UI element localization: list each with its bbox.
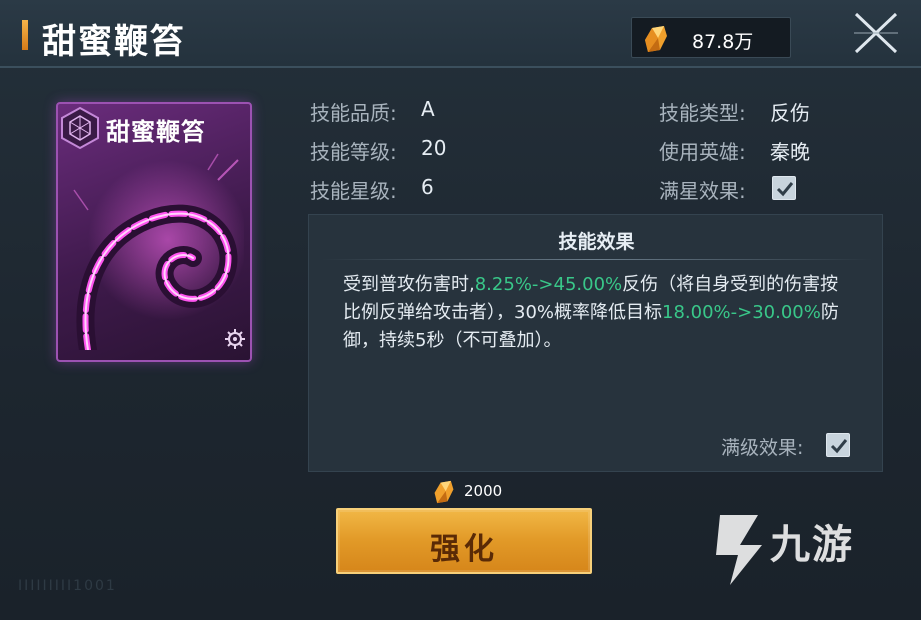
- gear-icon[interactable]: [224, 328, 246, 350]
- title-accent-bar: [22, 20, 28, 50]
- close-button[interactable]: [848, 10, 904, 56]
- footer-id-text: IIIIIIIII1001: [18, 578, 117, 594]
- effect-panel: 技能效果 受到普攻伤害时,8.25%->45.00%反伤（将自身受到的伤害按比例…: [308, 214, 883, 472]
- skill-detail-panel: 甜蜜鞭笞 87.8万 甜蜜鞭笞 技能品质: A 技能等级: 20 技能星级: 6…: [0, 0, 921, 620]
- page-title: 甜蜜鞭笞: [42, 22, 186, 62]
- enhance-button[interactable]: 强化: [336, 508, 592, 574]
- effect-value-2: 18.00%->30.00%: [662, 302, 821, 323]
- fullstar-checkbox: [772, 176, 796, 200]
- effect-divider: [321, 259, 872, 260]
- type-value: 反伤: [770, 101, 810, 125]
- effect-text-1: 受到普攻伤害时,: [343, 274, 475, 295]
- crystal-icon: [645, 26, 667, 52]
- checkmark-icon: [830, 439, 848, 454]
- currency-value: 87.8万: [692, 31, 754, 53]
- type-label: 技能类型:: [659, 101, 746, 125]
- checkmark-icon: [776, 182, 794, 197]
- skill-card: 甜蜜鞭笞: [56, 102, 252, 362]
- effect-title: 技能效果: [558, 231, 635, 253]
- level-label: 技能等级:: [310, 140, 397, 164]
- level-value: 20: [421, 136, 447, 160]
- maxlevel-label: 满级效果:: [721, 437, 804, 459]
- star-value: 6: [421, 175, 434, 199]
- enhance-button-label: 强化: [430, 532, 498, 567]
- currency-display: 87.8万: [631, 17, 791, 58]
- effect-description: 受到普攻伤害时,8.25%->45.00%反伤（将自身受到的伤害按比例反弹给攻击…: [343, 271, 853, 355]
- star-label: 技能星级:: [310, 179, 397, 203]
- hexagon-emblem-icon: [61, 106, 99, 150]
- quality-value: A: [421, 97, 435, 121]
- maxlevel-checkbox: [826, 433, 850, 457]
- cost-value: 2000: [464, 482, 503, 500]
- whip-art-icon: [73, 153, 244, 350]
- hero-label: 使用英雄:: [659, 140, 746, 164]
- watermark-text: 九游: [770, 522, 854, 568]
- crystal-icon: [434, 480, 454, 504]
- fullstar-label: 满星效果:: [659, 179, 746, 203]
- close-icon: [854, 12, 898, 54]
- hero-value: 秦晚: [770, 140, 810, 164]
- effect-value-1: 8.25%->45.00%: [474, 274, 623, 295]
- header-bar: 甜蜜鞭笞 87.8万: [0, 0, 921, 68]
- card-title: 甜蜜鞭笞: [106, 117, 206, 146]
- quality-label: 技能品质:: [310, 101, 397, 125]
